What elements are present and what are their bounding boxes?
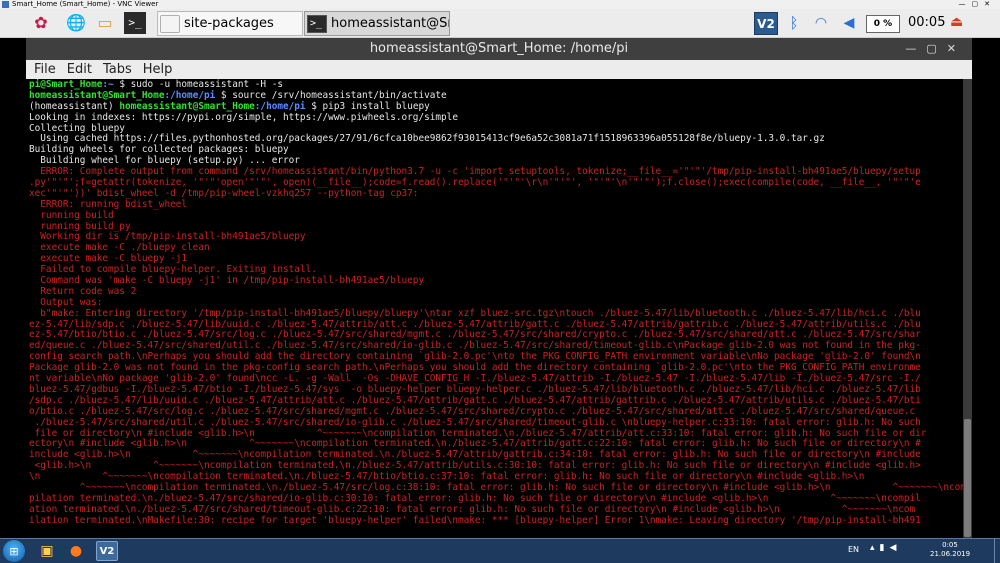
- vnc-viewer-taskbar-icon[interactable]: V2: [96, 541, 118, 561]
- vnc-app-icon: [2, 1, 9, 8]
- prompt-command: $ pip3 install bluepy: [305, 100, 430, 112]
- terminal-scrollbar[interactable]: [963, 79, 972, 538]
- terminal-line: running build: [29, 209, 114, 221]
- virtualenv-prefix: (homeassistant): [29, 100, 120, 112]
- prompt-path: :/home/pi: [254, 100, 306, 112]
- terminal-output[interactable]: pi@Smart_Home:~ $ sudo -u homeassistant …: [26, 79, 963, 538]
- terminal-icon: >_: [307, 14, 327, 33]
- prompt-path: :~: [102, 79, 114, 90]
- bluetooth-icon[interactable]: ᛒ: [783, 12, 805, 34]
- vnc-server-icon[interactable]: V2: [754, 12, 778, 35]
- terminal-window-controls[interactable]: —▢✕: [905, 38, 966, 60]
- menu-help[interactable]: Help: [143, 62, 173, 77]
- tray-volume-icon[interactable]: ◀: [889, 543, 901, 553]
- menu-tabs[interactable]: Tabs: [103, 62, 132, 77]
- terminal-line: ERROR: running bdist_wheel: [29, 198, 188, 210]
- terminal-launcher-icon[interactable]: >_: [124, 12, 146, 34]
- windows-taskbar: ⊞ ▣ ● V2 EN ▴▮◀ 0:05 21.06.2019: [0, 538, 1000, 563]
- task-terminal[interactable]: >_ homeassistant@Sma...: [304, 11, 450, 36]
- windows-start-icon[interactable]: ⊞: [3, 540, 25, 562]
- prompt-command: $ sudo -u homeassistant -H -s: [113, 79, 283, 90]
- menu-edit[interactable]: Edit: [67, 62, 92, 77]
- eject-icon[interactable]: ⏏: [950, 14, 963, 30]
- scrollbar-thumb[interactable]: [964, 419, 971, 537]
- show-desktop-button[interactable]: [994, 539, 1000, 563]
- pi-top-panel: ✿ 🌐 ▭ >_ site-packages >_ homeassistant@…: [0, 9, 1000, 38]
- terminal-line: Looking in indexes: https://pypi.org/sim…: [29, 111, 458, 123]
- tray-network-icon[interactable]: ▮: [880, 543, 890, 553]
- tray-language[interactable]: EN: [848, 545, 859, 554]
- menu-file[interactable]: File: [34, 62, 56, 77]
- prompt-path: :/home/pi: [164, 89, 216, 101]
- task-site-packages[interactable]: site-packages: [157, 11, 303, 36]
- terminal-line: b"make: Entering directory '/tmp/pip-ins…: [29, 307, 921, 319]
- terminal-line: ilation terminated.\nMakefile:30: recipe…: [29, 514, 921, 526]
- cpu-usage-monitor: 0 %: [866, 15, 900, 33]
- vnc-window-titlebar[interactable]: Smart_Home (Smart_Home) - VNC Viewer —▢✕: [0, 0, 1000, 9]
- prompt-user: homeassistant@Smart_Home: [119, 100, 255, 112]
- tray-clock[interactable]: 0:05 21.06.2019: [930, 541, 970, 559]
- raspberry-menu-icon[interactable]: ✿: [30, 12, 52, 34]
- terminal-titlebar[interactable]: homeassistant@Smart_Home: /home/pi —▢✕: [26, 38, 972, 60]
- prompt-user: pi@Smart_Home: [29, 79, 103, 90]
- terminal-line: o/btio.c ./bluez-5.47/src/log.c ./bluez-…: [29, 405, 916, 417]
- task-label: site-packages: [184, 16, 274, 31]
- panel-clock: 00:05: [908, 15, 946, 30]
- vnc-window-title: Smart_Home (Smart_Home) - VNC Viewer: [12, 0, 159, 8]
- wifi-icon[interactable]: ◠: [810, 12, 832, 34]
- terminal-line: Command was 'make -C bluepy -j1' in /tmp…: [29, 275, 425, 287]
- vnc-window-controls[interactable]: —▢✕: [959, 0, 996, 9]
- tray-icons[interactable]: ▴▮◀: [870, 543, 901, 553]
- task-label: homeassistant@Sma...: [331, 16, 449, 31]
- terminal-menubar: File Edit Tabs Help: [26, 60, 972, 79]
- tray-time: 0:05: [942, 541, 958, 549]
- folder-icon: [160, 14, 180, 33]
- web-browser-icon[interactable]: 🌐: [65, 12, 87, 34]
- volume-icon[interactable]: ◀: [838, 12, 860, 34]
- terminal-line: Return code was 2: [29, 285, 137, 297]
- tray-date: 21.06.2019: [930, 550, 971, 558]
- terminal-title: homeassistant@Smart_Home: /home/pi: [369, 41, 629, 56]
- firefox-icon[interactable]: ●: [65, 541, 87, 561]
- prompt-command: $ source /srv/homeassistant/bin/activate: [215, 89, 447, 101]
- terminal-line: ation terminated.\n./bluez-5.47/src/shar…: [29, 503, 916, 515]
- file-manager-icon[interactable]: ▭: [94, 12, 116, 34]
- prompt-user: homeassistant@Smart_Home: [29, 89, 165, 101]
- tray-arrow-icon[interactable]: ▴: [870, 543, 880, 553]
- explorer-icon[interactable]: ▣: [36, 541, 58, 561]
- terminal-line: ./bluez-5.47/src/shared/util.c ./bluez-5…: [29, 416, 921, 428]
